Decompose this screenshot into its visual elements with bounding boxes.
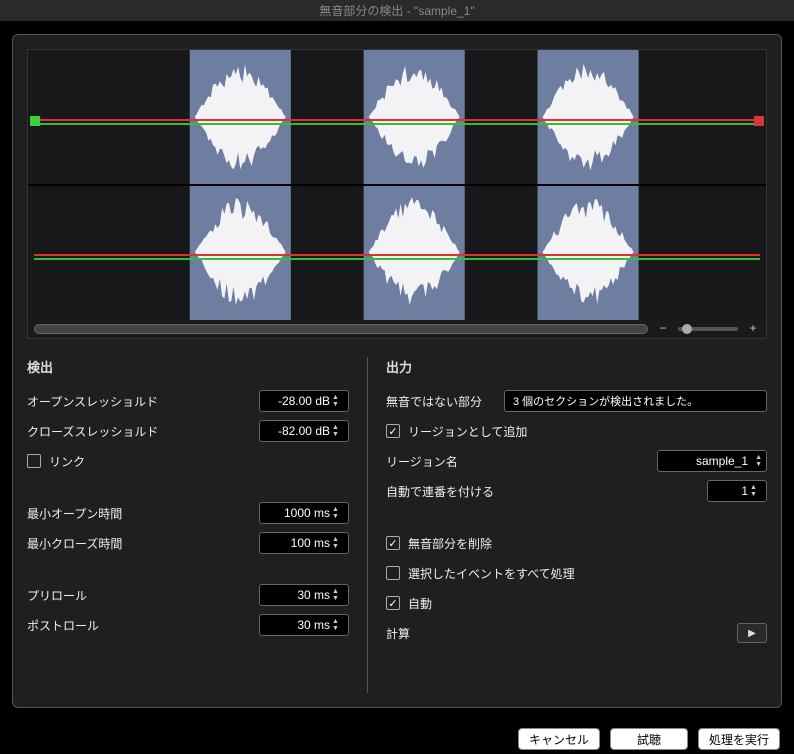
postroll-value: 30 ms — [297, 618, 330, 632]
link-checkbox[interactable] — [27, 454, 41, 468]
region-name-dropdown[interactable]: sample_1 ▲▼ — [657, 450, 767, 472]
stepper-icon[interactable]: ▲▼ — [332, 503, 346, 523]
postroll-field[interactable]: 30 ms ▲▼ — [259, 614, 349, 636]
dialog-body: − + 検出 オープンスレッショルド -28.00 dB ▲▼ クローズスレッシ… — [12, 34, 782, 708]
open-threshold-field[interactable]: -28.00 dB ▲▼ — [259, 390, 349, 412]
cancel-button[interactable]: キャンセル — [518, 728, 600, 750]
strip-silence-label: 無音部分を削除 — [408, 535, 767, 552]
min-close-value: 100 ms — [291, 536, 330, 550]
auto-checkbox[interactable] — [386, 596, 400, 610]
close-threshold-field[interactable]: -82.00 dB ▲▼ — [259, 420, 349, 442]
detect-heading: 検出 — [27, 357, 349, 376]
zoom-slider[interactable] — [678, 327, 738, 331]
stepper-icon[interactable]: ▲▼ — [750, 481, 764, 501]
waveform-scrollbar[interactable] — [34, 324, 648, 334]
preroll-value: 30 ms — [297, 588, 330, 602]
auto-number-field[interactable]: 1 ▲▼ — [707, 480, 767, 502]
postroll-label: ポストロール — [27, 617, 259, 634]
stepper-icon[interactable]: ▲▼ — [332, 533, 346, 553]
open-threshold-label: オープンスレッショルド — [27, 393, 259, 410]
stepper-icon[interactable]: ▲▼ — [332, 421, 346, 441]
window-title: 無音部分の検出 - "sample_1" — [0, 0, 794, 22]
auto-number-label: 自動で連番を付ける — [386, 483, 707, 500]
nonsilent-label: 無音ではない部分 — [386, 393, 504, 410]
stepper-icon[interactable]: ▲▼ — [332, 585, 346, 605]
zoom-in-icon[interactable]: + — [746, 322, 760, 336]
region-name-label: リージョン名 — [386, 453, 657, 470]
stepper-icon[interactable]: ▲▼ — [332, 391, 346, 411]
min-close-field[interactable]: 100 ms ▲▼ — [259, 532, 349, 554]
close-threshold-label: クローズスレッショルド — [27, 423, 259, 440]
waveform-display[interactable]: − + — [27, 49, 767, 339]
output-heading: 出力 — [386, 357, 767, 376]
process-all-label: 選択したイベントをすべて処理 — [408, 565, 767, 582]
close-threshold-value: -82.00 dB — [278, 424, 330, 438]
link-label: リンク — [49, 453, 349, 470]
process-button[interactable]: 処理を実行 — [698, 728, 780, 750]
process-all-checkbox[interactable] — [386, 566, 400, 580]
dialog-footer: キャンセル 試聴 処理を実行 — [0, 720, 794, 754]
add-as-regions-label: リージョンとして追加 — [408, 423, 767, 440]
close-threshold-handle[interactable] — [754, 116, 764, 126]
preroll-field[interactable]: 30 ms ▲▼ — [259, 584, 349, 606]
min-open-label: 最小オープン時間 — [27, 505, 259, 522]
audition-button[interactable]: 試聴 — [610, 728, 688, 750]
stepper-icon[interactable]: ▲▼ — [332, 615, 346, 635]
zoom-out-icon[interactable]: − — [656, 322, 670, 336]
auto-number-value: 1 — [741, 484, 748, 498]
add-as-regions-checkbox[interactable] — [386, 424, 400, 438]
compute-label: 計算 — [386, 625, 737, 642]
auto-label: 自動 — [408, 595, 767, 612]
strip-silence-checkbox[interactable] — [386, 536, 400, 550]
detected-status: 3 個のセクションが検出されました。 — [504, 390, 767, 412]
open-threshold-value: -28.00 dB — [278, 394, 330, 408]
chevron-updown-icon: ▲▼ — [755, 454, 762, 468]
play-icon: ▶ — [748, 628, 756, 639]
min-close-label: 最小クローズ時間 — [27, 535, 259, 552]
compute-play-button[interactable]: ▶ — [737, 623, 767, 643]
min-open-value: 1000 ms — [284, 506, 330, 520]
preroll-label: プリロール — [27, 587, 259, 604]
min-open-field[interactable]: 1000 ms ▲▼ — [259, 502, 349, 524]
region-name-value: sample_1 — [696, 454, 748, 468]
open-threshold-handle[interactable] — [30, 116, 40, 126]
